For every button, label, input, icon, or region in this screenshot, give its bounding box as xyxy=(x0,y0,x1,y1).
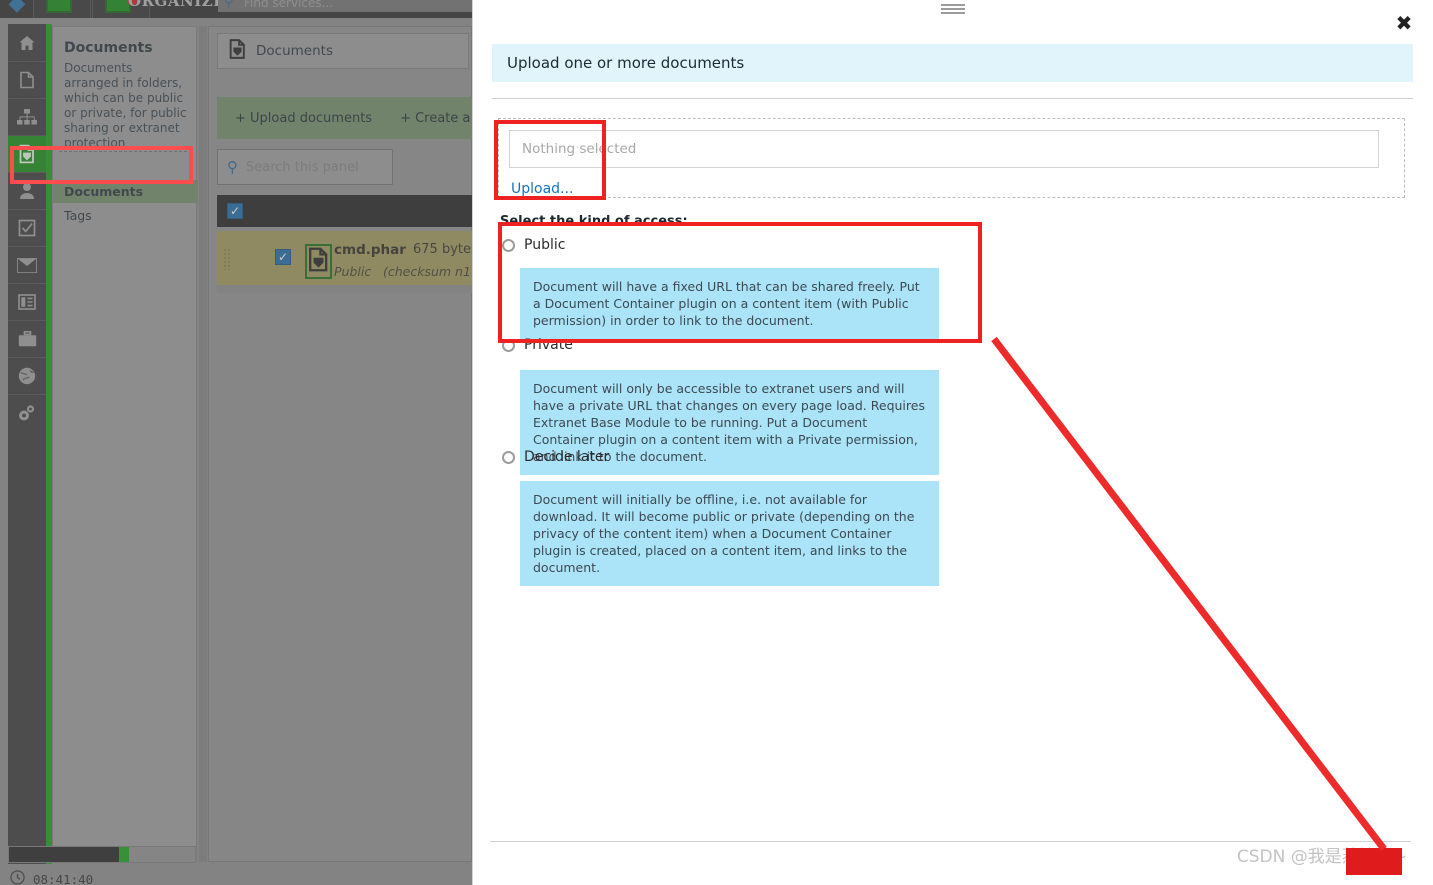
gears-icon xyxy=(17,404,37,422)
search-icon: ⚲ xyxy=(224,0,234,10)
checkbox-icon xyxy=(18,219,36,237)
description-panel-scrollbar[interactable] xyxy=(199,26,207,862)
search-icon: ⚲ xyxy=(227,158,238,176)
home-icon xyxy=(18,34,36,52)
panel-search-input[interactable]: ⚲ Search this panel xyxy=(217,149,393,185)
rail-item-briefcase[interactable] xyxy=(8,320,46,357)
document-download-icon xyxy=(18,144,36,164)
document-download-icon xyxy=(305,244,332,279)
radio-label-public: Public xyxy=(524,237,566,253)
clock-time: 08:41:40 xyxy=(33,872,94,885)
row-checksum: (checksum n1 xyxy=(383,264,471,279)
progress-fill xyxy=(9,847,119,862)
panel-link-tags[interactable]: Tags xyxy=(53,204,198,227)
radio-label-decide-later: Decide later xyxy=(524,449,610,465)
clock-icon xyxy=(10,870,25,885)
description-title: Documents xyxy=(64,40,153,56)
drag-grip-icon[interactable] xyxy=(223,248,230,270)
panel-link-documents[interactable]: Documents xyxy=(53,180,198,203)
rail-item-mail[interactable] xyxy=(8,246,46,283)
divider xyxy=(492,98,1413,99)
description-body: Documents arranged in folders, which can… xyxy=(64,61,187,150)
top-bar-tile-1[interactable] xyxy=(33,0,91,18)
rail-item-layout[interactable] xyxy=(8,283,46,320)
close-icon[interactable]: ✖ xyxy=(1393,12,1415,34)
radio-label-private: Private xyxy=(524,337,573,353)
upload-documents-button[interactable]: + Upload documents xyxy=(235,111,372,126)
select-all-checkbox[interactable]: ✓ xyxy=(227,203,243,219)
sitemap-icon xyxy=(17,109,37,125)
file-dropzone[interactable]: Nothing selected Upload... xyxy=(498,118,1405,198)
documents-list-panel: Documents + Upload documents + Create a … xyxy=(208,26,517,862)
rail-item-home[interactable] xyxy=(8,24,46,61)
radio-option-private[interactable]: Private xyxy=(502,337,573,353)
page-icon xyxy=(19,71,35,89)
row-filesize: 675 bytes xyxy=(413,242,478,257)
find-services-placeholder: Find services... xyxy=(244,0,334,10)
page-title: Upload one or more documents xyxy=(507,54,745,72)
upload-link[interactable]: Upload... xyxy=(511,181,573,197)
status-clock: 08:41:40 xyxy=(10,870,93,885)
list-panel-header: Documents xyxy=(217,33,469,69)
description-panel: Documents Documents arranged in folders,… xyxy=(52,26,198,862)
row-checkbox[interactable]: ✓ xyxy=(275,249,291,265)
rail-item-documents[interactable] xyxy=(8,135,46,172)
access-fieldset-legend: Select the kind of access: xyxy=(500,214,688,229)
person-icon xyxy=(19,182,35,200)
progress-marker xyxy=(119,847,129,862)
hint-public: Document will have a fixed URL that can … xyxy=(520,268,939,339)
diamond-logo-icon[interactable]: ◆ xyxy=(4,0,30,15)
icon-rail xyxy=(8,24,46,864)
document-download-icon xyxy=(228,38,247,64)
rail-item-sitemap[interactable] xyxy=(8,98,46,135)
radio-option-public[interactable]: Public xyxy=(502,237,565,253)
divider xyxy=(59,151,192,152)
radio-button-private[interactable] xyxy=(502,338,515,352)
rail-item-globe[interactable] xyxy=(8,357,46,394)
rail-item-tasks[interactable] xyxy=(8,209,46,246)
screen: ◆ ORGANIZER ⚲ Find services... Documents… xyxy=(0,0,1433,885)
rail-item-settings[interactable] xyxy=(8,394,46,431)
layout-icon xyxy=(18,294,36,310)
briefcase-icon xyxy=(18,331,37,347)
hint-decide-later: Document will initially be offline, i.e.… xyxy=(520,481,939,586)
globe-icon xyxy=(18,367,36,385)
panel-search-placeholder: Search this panel xyxy=(246,159,359,175)
envelope-icon xyxy=(17,257,37,273)
row-access: Public xyxy=(334,264,372,279)
radio-option-decide-later[interactable]: Decide later xyxy=(502,449,609,465)
radio-button-decide-later[interactable] xyxy=(502,450,515,464)
progress-bar xyxy=(8,846,196,863)
drag-handle-icon[interactable] xyxy=(941,4,965,14)
rail-item-pages[interactable] xyxy=(8,61,46,98)
site-icon xyxy=(46,0,72,13)
selected-file-input[interactable]: Nothing selected xyxy=(509,130,1379,168)
radio-button-public[interactable] xyxy=(502,238,515,252)
selected-file-placeholder: Nothing selected xyxy=(522,141,637,157)
modal-title-bar: Upload one or more documents xyxy=(492,44,1413,82)
bottom-right-redaction xyxy=(1346,848,1402,875)
row-filename: cmd.phar xyxy=(334,242,406,258)
list-panel-title: Documents xyxy=(256,43,333,59)
rail-item-users[interactable] xyxy=(8,172,46,209)
